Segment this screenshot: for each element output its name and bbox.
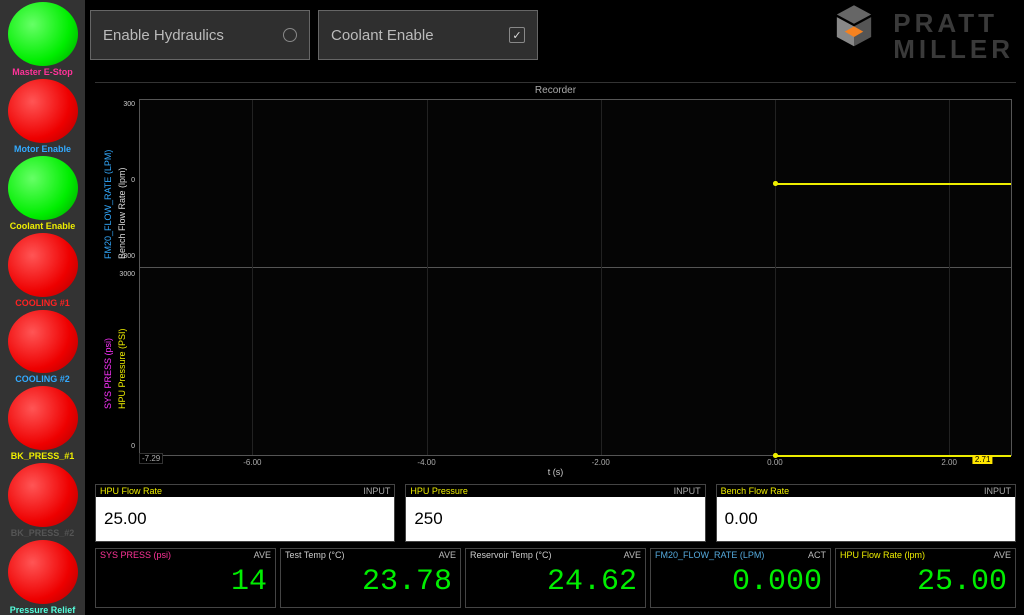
readout-value: 25.00 <box>836 561 1015 607</box>
readout-sys-press: SYS PRESS (psi) AVE 14 <box>95 548 276 608</box>
readout-value: 14 <box>96 561 275 607</box>
indicator-cooling-1 <box>8 233 78 297</box>
input-bench-flow-rate: Bench Flow Rate INPUT <box>716 484 1016 542</box>
checked-icon: ✓ <box>509 27 525 43</box>
indicator-bk-press-1 <box>8 386 78 450</box>
readout-test-temp: Test Temp (°C) AVE 23.78 <box>280 548 461 608</box>
indicator-label: BK_PRESS_#2 <box>1 528 85 538</box>
xtick: 2.71 <box>973 455 993 464</box>
readout-fm20-flow: FM20_FLOW_RATE (LPM) ACT 0.000 <box>650 548 831 608</box>
indicator-master-estop <box>8 2 78 66</box>
indicator-label: Motor Enable <box>1 144 85 154</box>
readout-tag: AVE <box>994 550 1011 560</box>
indicator-label: Pressure Relief <box>1 605 85 615</box>
brand-logo: PRATT MILLER <box>821 0 1014 71</box>
logo-mark-icon <box>821 0 887 71</box>
readout-label: SYS PRESS (psi) <box>100 550 171 560</box>
logo-line1: PRATT <box>893 10 1014 36</box>
readout-label: FM20_FLOW_RATE (LPM) <box>655 550 764 560</box>
hpu-flow-rate-field[interactable] <box>96 497 394 541</box>
chart-title: Recorder <box>95 83 1016 98</box>
readout-value: 23.78 <box>281 561 460 607</box>
indicator-label: COOLING #2 <box>1 374 85 384</box>
readout-reservoir-temp: Reservoir Temp (°C) AVE 24.62 <box>465 548 646 608</box>
toggle-label: Enable Hydraulics <box>103 27 224 44</box>
enable-hydraulics-toggle[interactable]: Enable Hydraulics <box>90 10 310 60</box>
readout-label: HPU Flow Rate (lpm) <box>840 550 925 560</box>
status-sidebar: Master E-Stop Motor Enable Coolant Enabl… <box>0 0 85 615</box>
readout-value: 24.62 <box>466 561 645 607</box>
readout-tag: AVE <box>439 550 456 560</box>
input-label: Bench Flow Rate <box>721 486 790 496</box>
readout-label: Reservoir Temp (°C) <box>470 550 551 560</box>
logo-line2: MILLER <box>893 36 1014 62</box>
readout-tag: ACT <box>808 550 826 560</box>
unchecked-icon <box>283 28 297 42</box>
recorder-chart: Recorder FM20_FLOW_RATE (LPM) Bench Flow… <box>95 82 1016 480</box>
readout-hpu-flow: HPU Flow Rate (lpm) AVE 25.00 <box>835 548 1016 608</box>
input-tag: INPUT <box>363 486 390 496</box>
input-label: HPU Pressure <box>410 486 468 496</box>
input-hpu-flow-rate: HPU Flow Rate INPUT <box>95 484 395 542</box>
chart-y-axes: FM20_FLOW_RATE (LPM) Bench Flow Rate (lp… <box>95 99 139 456</box>
yaxis-label: FM20_FLOW_RATE (LPM) <box>103 150 113 259</box>
readout-value: 0.000 <box>651 561 830 607</box>
indicator-motor-enable <box>8 79 78 143</box>
readout-tag: AVE <box>624 550 641 560</box>
bench-flow-rate-field[interactable] <box>717 497 1015 541</box>
indicator-label: BK_PRESS_#1 <box>1 451 85 461</box>
indicator-pressure-relief <box>8 540 78 604</box>
logo-text: PRATT MILLER <box>893 10 1014 62</box>
xtick: -7.29 <box>139 453 163 464</box>
indicator-label: Master E-Stop <box>1 67 85 77</box>
indicator-cooling-2 <box>8 310 78 374</box>
input-tag: INPUT <box>984 486 1011 496</box>
yaxis-label: HPU Pressure (PSI) <box>117 328 127 409</box>
input-tag: INPUT <box>674 486 701 496</box>
input-label: HPU Flow Rate <box>100 486 162 496</box>
hpu-pressure-field[interactable] <box>406 497 704 541</box>
indicator-coolant-enable <box>8 156 78 220</box>
indicator-bk-press-2 <box>8 463 78 527</box>
indicator-label: Coolant Enable <box>1 221 85 231</box>
yaxis-label: SYS PRESS (psi) <box>103 338 113 409</box>
readout-row: SYS PRESS (psi) AVE 14 Test Temp (°C) AVE … <box>95 548 1016 608</box>
input-row: HPU Flow Rate INPUT HPU Pressure INPUT Ben… <box>95 484 1016 542</box>
chart-xlabel: t (s) <box>95 467 1016 477</box>
readout-tag: AVE <box>254 550 271 560</box>
chart-plot-area[interactable]: -6.00-4.00-2.000.002.00 <box>139 99 1012 456</box>
coolant-enable-toggle[interactable]: Coolant Enable ✓ <box>318 10 538 60</box>
toggle-label: Coolant Enable <box>331 27 434 44</box>
indicator-label: COOLING #1 <box>1 298 85 308</box>
readout-label: Test Temp (°C) <box>285 550 344 560</box>
input-hpu-pressure: HPU Pressure INPUT <box>405 484 705 542</box>
